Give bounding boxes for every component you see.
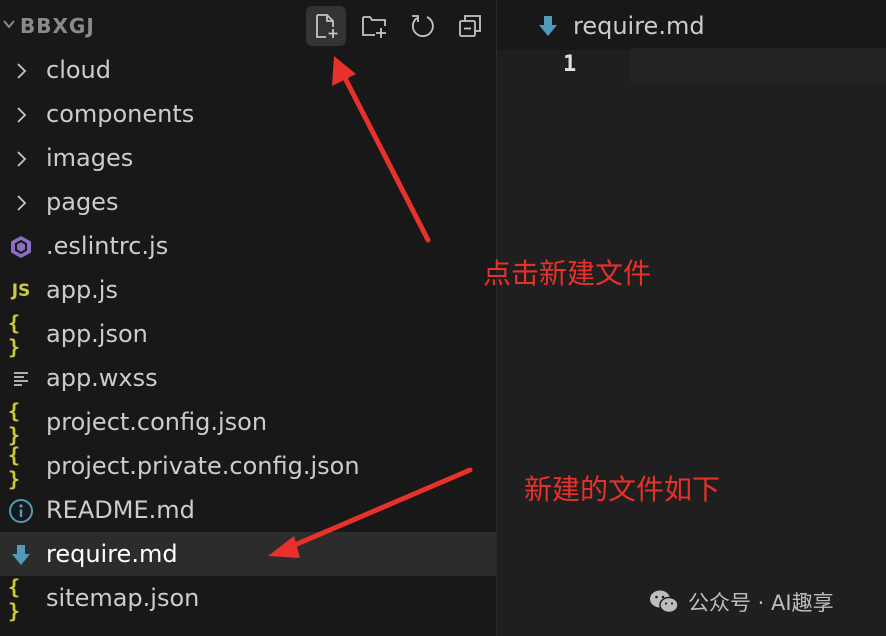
tree-item-label: pages <box>46 188 119 216</box>
tree-item-app-wxss[interactable]: app.wxss <box>0 356 496 400</box>
tree-item-label: app.json <box>46 320 148 348</box>
tree-item-label: require.md <box>46 540 178 568</box>
watermark-text: 公众号 · AI趣享 <box>688 591 834 615</box>
tree-item-require-md[interactable]: require.md <box>0 532 496 576</box>
file-explorer: BBXGJ cloud components images pages .esl… <box>0 0 497 636</box>
chevron-right-icon <box>8 190 34 216</box>
tree-item-project-config[interactable]: { } project.config.json <box>0 399 496 447</box>
json-badge: { } <box>8 443 20 491</box>
tree-item-pages[interactable]: pages <box>0 180 496 224</box>
editor-tab[interactable]: require.md <box>497 0 886 50</box>
tree-item-label: sitemap.json <box>46 584 200 612</box>
json-icon: { } <box>8 575 34 623</box>
refresh-icon <box>412 15 434 37</box>
collapse-all-button[interactable] <box>450 6 490 46</box>
tree-item-label: project.private.config.json <box>46 452 360 480</box>
json-badge: { } <box>8 399 20 447</box>
tree-item-label: app.wxss <box>46 364 158 392</box>
lines-icon <box>8 366 34 392</box>
json-icon: { } <box>8 399 34 447</box>
chevron-right-icon <box>8 58 34 84</box>
new-folder-button[interactable] <box>354 6 394 46</box>
tree-item-label: components <box>46 100 195 128</box>
explorer-header: BBXGJ <box>0 0 496 50</box>
chevron-right-icon <box>8 102 34 128</box>
tree-item-label: cloud <box>46 56 111 84</box>
tree-item-label: project.config.json <box>46 408 268 436</box>
json-icon: { } <box>8 311 34 359</box>
editor-area[interactable]: require.md 1 <box>497 0 886 636</box>
tree-item-project-private-config[interactable]: { } project.private.config.json <box>0 443 496 491</box>
tree-item-label: .eslintrc.js <box>46 232 169 260</box>
markdown-arrow-icon <box>8 542 34 568</box>
js-badge: JS <box>11 281 31 301</box>
new-folder-icon <box>362 16 386 38</box>
chevron-right-icon <box>8 146 34 172</box>
refresh-button[interactable] <box>402 6 442 46</box>
tree-item-cloud[interactable]: cloud <box>0 48 496 92</box>
tree-item-images[interactable]: images <box>0 136 496 180</box>
json-badge: { } <box>8 311 20 359</box>
explorer-root-title[interactable]: BBXGJ <box>20 14 95 38</box>
tree-item-components[interactable]: components <box>0 92 496 136</box>
current-line-highlight[interactable] <box>630 48 886 84</box>
editor-tab-label: require.md <box>573 12 705 40</box>
tree-item-label: images <box>46 144 134 172</box>
tree-item-label: README.md <box>46 496 195 524</box>
json-icon: { } <box>8 443 34 491</box>
watermark: 公众号 · AI趣享 <box>648 586 834 618</box>
tree-item-readme[interactable]: README.md <box>0 488 496 532</box>
tree-item-label: app.js <box>46 276 118 304</box>
annotation-new-file-created: 新建的文件如下 <box>524 473 721 506</box>
new-file-icon <box>316 14 338 38</box>
new-file-button[interactable] <box>306 6 346 46</box>
annotation-click-new-file: 点击新建文件 <box>483 257 652 290</box>
info-icon <box>8 498 34 524</box>
json-badge: { } <box>8 575 20 623</box>
tree-item-app-js[interactable]: JS app.js <box>0 268 496 312</box>
tree-item-eslintrc[interactable]: .eslintrc.js <box>0 224 496 268</box>
wechat-icon <box>650 590 679 614</box>
javascript-icon: JS <box>8 278 34 304</box>
line-number: 1 <box>563 52 577 77</box>
tree-item-app-json[interactable]: { } app.json <box>0 311 496 359</box>
markdown-arrow-icon <box>539 16 557 36</box>
collapse-all-icon <box>459 15 481 37</box>
chevron-down-icon[interactable] <box>2 16 16 32</box>
tree-item-sitemap[interactable]: { } sitemap.json <box>0 575 496 623</box>
eslint-icon <box>8 234 34 260</box>
